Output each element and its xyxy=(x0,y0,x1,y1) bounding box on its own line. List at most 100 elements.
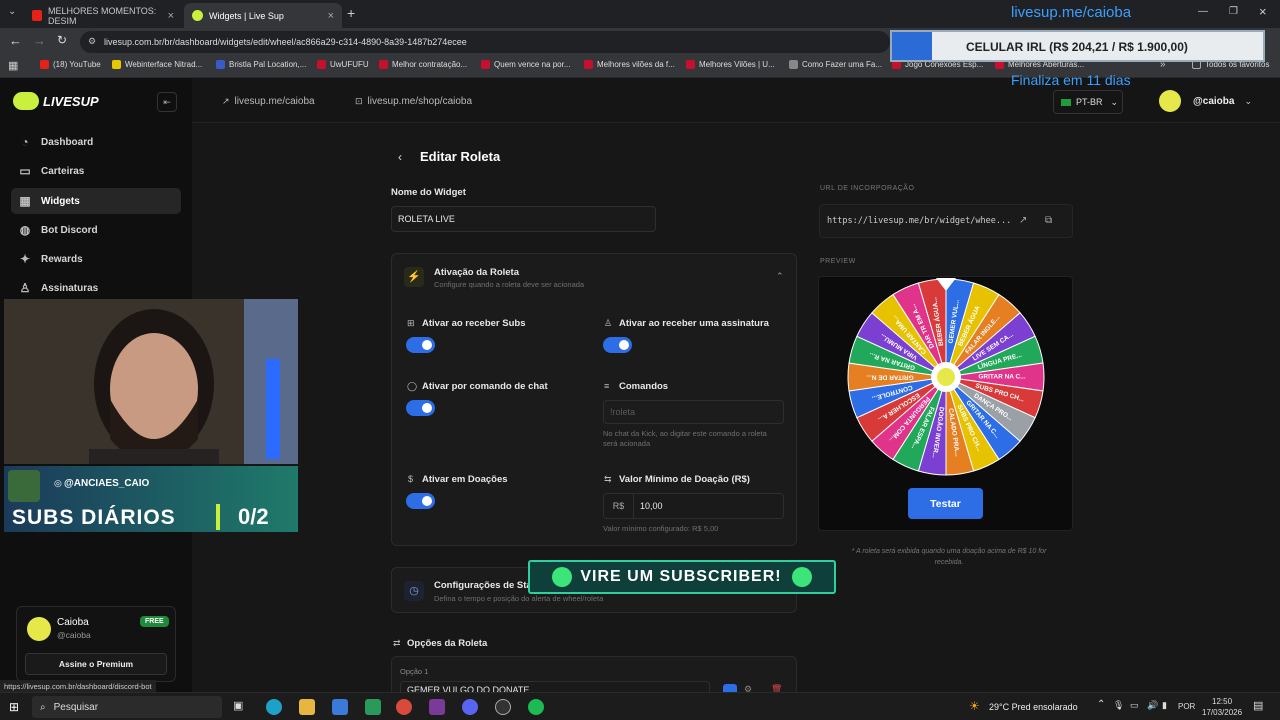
mic-icon[interactable]: 🎙 xyxy=(1113,700,1124,711)
tab-youtube[interactable]: MELHORES MOMENTOS: DESIM × xyxy=(24,3,182,28)
commands-input[interactable]: !roleta xyxy=(603,400,784,424)
bookmark-favicon-icon xyxy=(379,60,388,69)
kick-logo-icon xyxy=(552,567,573,587)
webcam-overlay xyxy=(4,299,298,464)
notification-icon[interactable]: ▤ xyxy=(1253,699,1263,712)
youtube-favicon-icon xyxy=(32,10,42,21)
profile-link[interactable]: ↗ livesup.me/caioba xyxy=(222,96,315,107)
volume-icon[interactable]: 🔊 xyxy=(1147,700,1158,711)
close-tab-icon[interactable]: × xyxy=(328,10,334,22)
edge-icon[interactable] xyxy=(266,699,282,715)
nav-carteiras[interactable]: ▭ Carteiras xyxy=(11,158,181,184)
instagram-icon: ◎ xyxy=(54,478,62,488)
language-select[interactable]: PT-BR ⌄ xyxy=(1053,90,1123,114)
grid-icon: ▦ xyxy=(19,194,31,208)
nav-rewards[interactable]: ✦ Rewards xyxy=(11,246,181,272)
clock-time[interactable]: 12:50 xyxy=(1212,697,1232,706)
restore-icon[interactable]: ❐ xyxy=(1229,6,1238,17)
nav-widgets[interactable]: ▦ Widgets xyxy=(11,188,181,214)
app-icon[interactable] xyxy=(365,699,381,715)
app-icon[interactable] xyxy=(429,699,445,715)
widget-name-input[interactable]: ROLETA LIVE xyxy=(391,206,656,232)
windows-start-icon[interactable]: ⊞ xyxy=(9,700,19,714)
shop-link[interactable]: ⊡ livesup.me/shop/caioba xyxy=(355,96,472,107)
list-icon: ⇄ xyxy=(393,638,401,648)
chat-toggle-label: Ativar por comando de chat xyxy=(422,381,548,392)
input-language[interactable]: POR xyxy=(1178,702,1195,711)
sparkle-icon: ✦ xyxy=(19,252,31,266)
widget-name-label: Nome do Widget xyxy=(391,187,466,198)
task-view-icon[interactable]: ▣ xyxy=(233,699,243,712)
bookmark-item[interactable]: Como Fazer uma Fa... xyxy=(789,60,882,69)
goal-progress-fill xyxy=(892,32,932,60)
min-donation-input[interactable]: R$ 10,00 xyxy=(603,493,784,519)
subs-toggle[interactable] xyxy=(406,337,435,353)
forward-icon[interactable]: → xyxy=(33,33,46,48)
reload-icon[interactable]: ↻ xyxy=(57,33,67,47)
test-button[interactable]: Testar xyxy=(908,488,983,519)
url-field[interactable]: ⚙ livesup.com.br/br/dashboard/widgets/ed… xyxy=(80,31,890,53)
chevron-down-icon: ⌄ xyxy=(1244,95,1252,106)
goal-text: CELULAR IRL (R$ 204,21 / R$ 1.900,00) xyxy=(966,40,1188,54)
clock-date[interactable]: 17/03/2026 xyxy=(1202,708,1242,717)
brazil-flag-icon xyxy=(1061,98,1071,106)
spotify-icon[interactable] xyxy=(528,699,544,715)
new-tab-icon[interactable]: + xyxy=(347,5,355,21)
bookmark-item[interactable]: Quem vence na por... xyxy=(481,60,571,69)
dollar-icon: $ xyxy=(408,474,414,484)
tray-chevron-icon[interactable]: ⌃ xyxy=(1097,699,1105,710)
user-card: Caioba @caioba FREE Assine o Premium xyxy=(16,606,176,682)
chat-toggle[interactable] xyxy=(406,400,435,416)
bookmark-item[interactable]: Melhor contratação... xyxy=(379,60,467,69)
commands-help: No chat da Kick, ao digitar este comando… xyxy=(603,429,767,448)
premium-button[interactable]: Assine o Premium xyxy=(25,653,167,675)
bookmark-item[interactable]: UwUFUFU xyxy=(317,60,369,69)
back-icon[interactable]: ← xyxy=(9,33,22,48)
site-info-icon[interactable]: ⚙ xyxy=(88,36,96,47)
collapse-sidebar-icon[interactable]: ⇤ xyxy=(157,92,177,112)
collapse-chevron-icon[interactable]: ⌃ xyxy=(776,271,784,282)
open-external-icon[interactable]: ↗ xyxy=(1019,215,1027,226)
bookmark-favicon-icon xyxy=(317,60,326,69)
back-arrow-icon[interactable]: ‹ xyxy=(398,150,402,164)
obs-icon[interactable] xyxy=(495,699,511,715)
signature-toggle[interactable] xyxy=(603,337,632,353)
tab-widgets[interactable]: Widgets | Live Sup × xyxy=(184,3,342,28)
bookmark-item[interactable]: Bristla Pal Location,... xyxy=(216,60,306,69)
explorer-icon[interactable] xyxy=(299,699,315,715)
wheel-label: GRITAR NA C... xyxy=(978,374,1025,381)
bookmark-item[interactable]: Melhores vilões da f... xyxy=(584,60,675,69)
close-window-icon[interactable]: × xyxy=(1259,4,1267,19)
minimize-icon[interactable]: — xyxy=(1198,6,1208,17)
wallet-icon: ▭ xyxy=(19,164,31,178)
close-tab-icon[interactable]: × xyxy=(168,10,174,22)
bookmark-item[interactable]: Webinterface Nitrad... xyxy=(112,60,202,69)
copy-icon[interactable]: ⧉ xyxy=(1045,215,1052,226)
subs-user: @ANCIAES_CAIO xyxy=(64,478,150,489)
apps-icon[interactable]: ▦ xyxy=(8,59,18,72)
test-button-label: Testar xyxy=(930,497,961,510)
chrome-icon[interactable] xyxy=(396,699,412,715)
nav-assinaturas[interactable]: ♙ Assinaturas xyxy=(11,275,181,301)
tab-list-dropdown-icon[interactable]: ⌄ xyxy=(8,6,16,17)
embed-url-field[interactable]: https://livesup.me/br/widget/whee... ↗ ⧉ xyxy=(819,204,1073,238)
discord-icon[interactable] xyxy=(462,699,478,715)
network-icon[interactable]: ▭ xyxy=(1130,700,1139,711)
chevron-down-icon: ⌄ xyxy=(1110,96,1119,107)
discord-icon: ◍ xyxy=(19,223,31,237)
nav-bot-discord[interactable]: ◍ Bot Discord xyxy=(11,217,181,243)
bookmark-item[interactable]: Melhores Vilões | U... xyxy=(686,60,775,69)
search-icon: ⌕ xyxy=(40,701,46,713)
bookmark-favicon-icon xyxy=(686,60,695,69)
battery-icon[interactable]: ▮ xyxy=(1162,700,1167,711)
embed-label: URL DE INCORPORAÇÃO xyxy=(820,185,915,192)
store-icon[interactable] xyxy=(332,699,348,715)
activation-title: Ativação da Roleta xyxy=(434,267,519,278)
donations-toggle[interactable] xyxy=(406,493,435,509)
user-menu[interactable]: @caioba ⌄ xyxy=(1159,90,1252,112)
taskbar-search[interactable]: ⌕ Pesquisar xyxy=(32,696,222,718)
nav-dashboard[interactable]: ◔ Dashboard xyxy=(11,129,181,155)
bookmark-item[interactable]: (18) YouTube xyxy=(40,60,101,69)
brand-logo[interactable]: LIVESUP xyxy=(13,92,99,110)
sliders-icon: ⇆ xyxy=(604,474,612,484)
